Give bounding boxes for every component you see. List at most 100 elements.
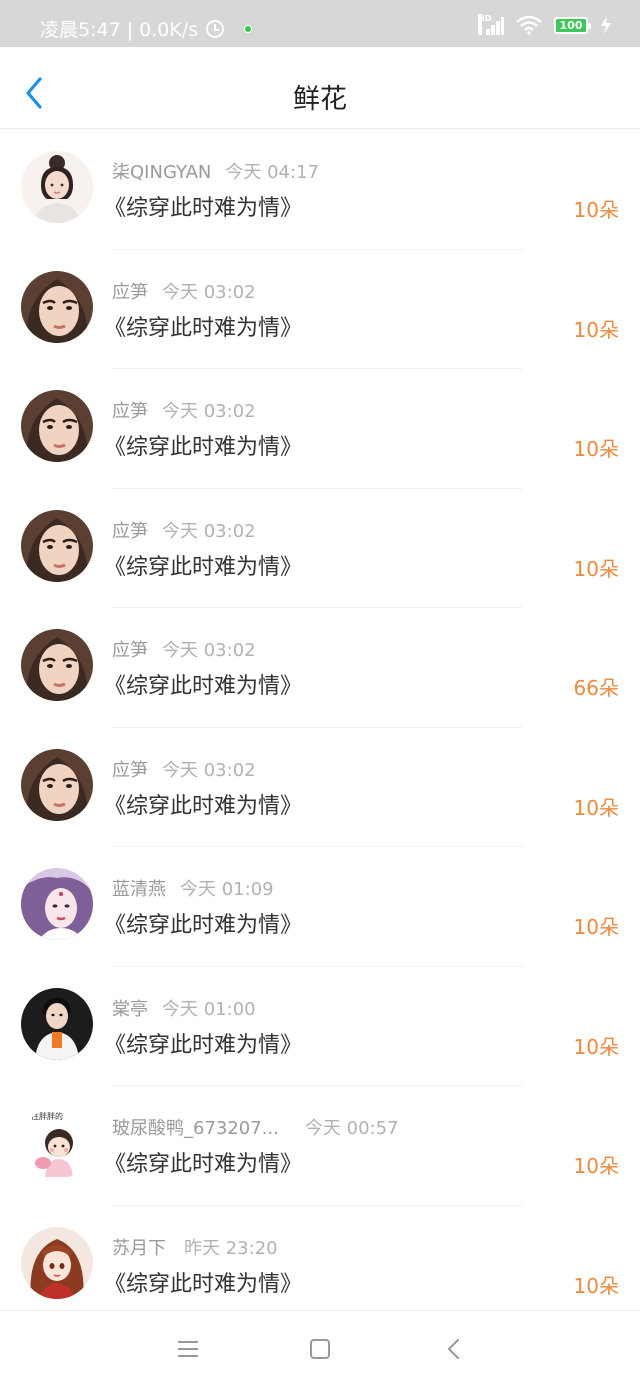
system-nav-bar — [0, 1310, 640, 1387]
avatar-woman-photo — [21, 390, 93, 462]
timestamp: 昨天 23:20 — [184, 1237, 278, 1259]
user-avatar[interactable] — [21, 868, 93, 940]
item-meta: 应笋 今天 03:02 — [112, 636, 256, 662]
book-title[interactable]: 《综穿此时难为情》 — [104, 1146, 302, 1178]
list-item[interactable]: 蓝清燕 今天 01:09 《综穿此时难为情》 10朵 — [0, 847, 640, 967]
item-meta: 柒QINGYAN 今天 04:17 — [112, 158, 319, 184]
timestamp: 今天 01:00 — [162, 998, 256, 1020]
timestamp: 今天 03:02 — [162, 759, 256, 781]
status-right: HD 100 — [478, 14, 612, 35]
list-item[interactable]: 应笋 今天 03:02 《综穿此时难为情》 10朵 — [0, 250, 640, 369]
avatar-illustrated-girl — [21, 151, 93, 223]
battery-level: 100 — [559, 18, 583, 32]
menu-button[interactable] — [176, 1337, 200, 1361]
username[interactable]: 应笋 — [112, 282, 148, 303]
alarm-icon — [206, 19, 225, 38]
book-title[interactable]: 《综穿此时难为情》 — [104, 310, 302, 342]
list-item[interactable]: 柒QINGYAN 今天 04:17 《综穿此时难为情》 10朵 — [0, 130, 640, 250]
list-item[interactable]: 苏月下 昨天 23:20 《综穿此时难为情》 10朵 — [0, 1206, 640, 1326]
username[interactable]: 应笋 — [112, 401, 148, 422]
user-avatar[interactable] — [21, 390, 93, 462]
user-avatar[interactable] — [21, 270, 93, 343]
book-title[interactable]: 《综穿此时难为情》 — [104, 190, 302, 222]
flower-count: 10朵 — [573, 1154, 619, 1178]
list-item[interactable]: 棠亭 今天 01:00 《综穿此时难为情》 10朵 — [0, 967, 640, 1086]
username[interactable]: 应笋 — [112, 640, 148, 661]
username[interactable]: 棠亭 — [112, 999, 148, 1020]
user-avatar[interactable]: 往胖胖的 — [21, 1107, 93, 1179]
notification-dot-icon — [244, 24, 253, 33]
avatar-woman-photo — [21, 629, 93, 701]
signal-icon: HD — [478, 14, 504, 35]
flower-count: 10朵 — [573, 1273, 619, 1298]
flower-count: 10朵 — [573, 556, 619, 581]
system-back-button[interactable] — [442, 1337, 466, 1361]
username[interactable]: 苏月下 — [112, 1238, 166, 1259]
item-meta: 应笋 今天 03:02 — [112, 278, 256, 304]
gift-list: 柒QINGYAN 今天 04:17 《综穿此时难为情》 10朵 应笋 今天 03:0… — [0, 130, 640, 1325]
book-title[interactable]: 《综穿此时难为情》 — [104, 788, 302, 820]
book-title[interactable]: 《综穿此时难为情》 — [104, 429, 302, 461]
avatar-woman-photo — [21, 270, 93, 343]
username[interactable]: 应笋 — [112, 521, 148, 542]
list-item[interactable]: 往胖胖的 玻尿酸鸭_673207... 今天 00:57 《综穿此时难为情》 10… — [0, 1086, 640, 1206]
username[interactable]: 应笋 — [112, 760, 148, 781]
book-title[interactable]: 《综穿此时难为情》 — [104, 907, 302, 939]
timestamp: 今天 04:17 — [225, 162, 319, 183]
list-item[interactable]: 应笋 今天 03:02 《综穿此时难为情》 10朵 — [0, 728, 640, 847]
timestamp: 今天 03:02 — [162, 401, 256, 422]
home-button[interactable] — [308, 1337, 332, 1361]
username[interactable]: 蓝清燕 — [112, 879, 166, 900]
avatar-cartoon-girl: 往胖胖的 — [21, 1107, 93, 1179]
book-title[interactable]: 《综穿此时难为情》 — [104, 549, 302, 581]
item-meta: 应笋 今天 03:02 — [112, 397, 256, 423]
item-meta: 苏月下 昨天 23:20 — [112, 1234, 278, 1260]
flower-count: 10朵 — [573, 437, 619, 461]
battery-icon: 100 — [554, 16, 591, 34]
header: 鲜花 — [0, 47, 640, 129]
status-left: 凌晨5:47 | 0.0K/s — [40, 15, 253, 42]
book-title[interactable]: 《综穿此时难为情》 — [104, 1027, 302, 1059]
user-avatar[interactable] — [21, 151, 93, 223]
avatar-man-photo — [21, 987, 93, 1060]
timestamp: 今天 01:09 — [180, 879, 274, 900]
charging-icon — [601, 16, 611, 34]
page-title: 鲜花 — [293, 84, 347, 115]
avatar-anime-girl — [21, 1226, 93, 1299]
timestamp: 今天 03:02 — [162, 520, 256, 542]
list-item[interactable]: 应笋 今天 03:02 《综穿此时难为情》 10朵 — [0, 369, 640, 489]
back-icon — [448, 1339, 459, 1359]
home-icon — [310, 1339, 330, 1359]
avatar-costume-woman — [21, 868, 93, 940]
status-bar: 凌晨5:47 | 0.0K/s HD 100 — [0, 0, 640, 47]
item-meta: 应笋 今天 03:02 — [112, 517, 256, 543]
username[interactable]: 玻尿酸鸭_673207... — [112, 1118, 279, 1139]
item-meta: 玻尿酸鸭_673207... 今天 00:57 — [112, 1114, 399, 1140]
flower-count: 10朵 — [573, 795, 619, 820]
status-time-speed: 凌晨5:47 | 0.0K/s — [40, 19, 199, 41]
avatar-caption: 往胖胖的 — [31, 1111, 63, 1121]
username[interactable]: 柒QINGYAN — [112, 162, 211, 183]
book-title[interactable]: 《综穿此时难为情》 — [104, 1266, 302, 1298]
user-avatar[interactable] — [21, 748, 93, 821]
flower-count: 10朵 — [573, 915, 619, 939]
item-meta: 棠亭 今天 01:00 — [112, 995, 256, 1021]
flower-count: 10朵 — [573, 198, 619, 222]
item-meta: 蓝清燕 今天 01:09 — [112, 875, 274, 901]
flower-count: 10朵 — [573, 317, 619, 342]
list-item[interactable]: 应笋 今天 03:02 《综穿此时难为情》 10朵 — [0, 489, 640, 608]
flower-count: 10朵 — [573, 1034, 619, 1059]
user-avatar[interactable] — [21, 987, 93, 1060]
timestamp: 今天 03:02 — [162, 640, 256, 661]
user-avatar[interactable] — [21, 629, 93, 701]
avatar-woman-photo — [21, 509, 93, 582]
timestamp: 今天 03:02 — [162, 281, 256, 303]
wifi-icon — [516, 15, 542, 35]
user-avatar[interactable] — [21, 509, 93, 582]
user-avatar[interactable] — [21, 1226, 93, 1299]
menu-icon — [178, 1341, 198, 1357]
avatar-woman-photo — [21, 748, 93, 821]
list-item[interactable]: 应笋 今天 03:02 《综穿此时难为情》 66朵 — [0, 608, 640, 728]
book-title[interactable]: 《综穿此时难为情》 — [104, 668, 302, 700]
timestamp: 今天 00:57 — [304, 1118, 399, 1139]
